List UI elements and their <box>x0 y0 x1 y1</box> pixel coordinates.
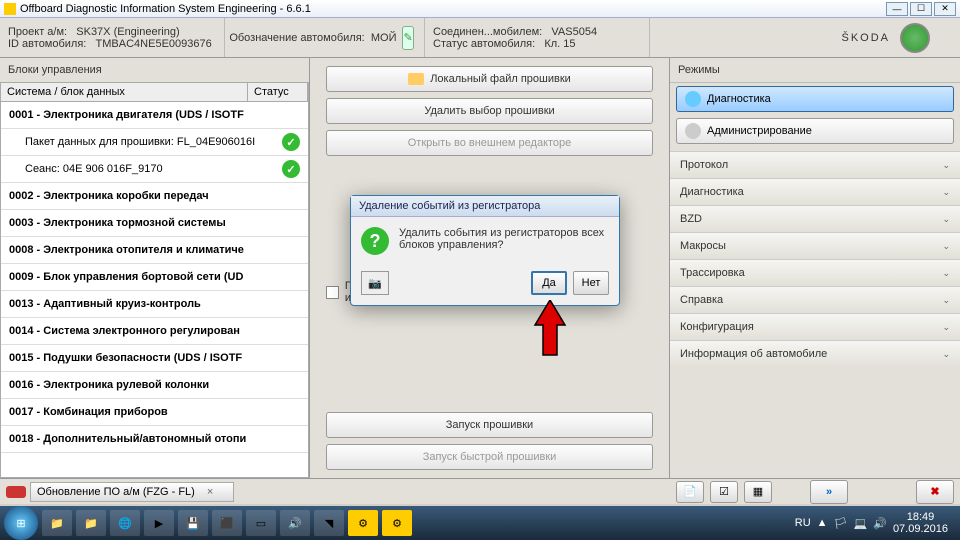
diagnostics-icon <box>685 91 701 107</box>
checkbox-icon <box>326 286 339 299</box>
table-row[interactable]: 0013 - Адаптивный круиз-контроль <box>1 291 308 318</box>
taskbar-item[interactable]: ⚙ <box>382 510 412 536</box>
taskbar-item[interactable]: ▭ <box>246 510 276 536</box>
accordion-help[interactable]: Справка⌄ <box>670 286 960 313</box>
camera-icon: 📷 <box>368 277 382 290</box>
start-button[interactable]: ⊞ <box>4 506 38 540</box>
col-status[interactable]: Статус <box>248 83 308 101</box>
dialog-message: Удалить события из регистраторов всех бл… <box>399 227 609 255</box>
maximize-button[interactable]: ☐ <box>910 2 932 16</box>
chevron-down-icon: ⌄ <box>942 295 950 306</box>
system-tray[interactable]: RU ▲ 🏳 💻 🔊 18:49 07.09.2016 <box>787 511 956 535</box>
window-title: Offboard Diagnostic Information System E… <box>20 3 311 15</box>
tab-close-icon[interactable]: × <box>207 486 213 498</box>
table-body[interactable]: 0001 - Электроника двигателя (UDS / ISOT… <box>0 102 309 478</box>
app-icon <box>4 3 16 15</box>
taskbar-item[interactable]: ⬛ <box>212 510 242 536</box>
taskbar-item[interactable]: 🔊 <box>280 510 310 536</box>
taskbar-item[interactable]: 📁 <box>42 510 72 536</box>
car-icon <box>6 486 26 498</box>
table-row[interactable]: 0016 - Электроника рулевой колонки <box>1 372 308 399</box>
modes-panel: Режимы Диагностика Администрирование Про… <box>670 58 960 478</box>
edit-designation-button[interactable]: ✎ <box>402 26 413 50</box>
taskbar-item[interactable]: ▶ <box>144 510 174 536</box>
info-header: Проект а/м: SK37X (Engineering) ID автом… <box>0 18 960 58</box>
windows-taskbar[interactable]: ⊞ 📁 📁 🌐 ▶ 💾 ⬛ ▭ 🔊 ◥ ⚙ ⚙ RU ▲ 🏳 💻 🔊 18:49… <box>0 506 960 540</box>
windows-icon: ⊞ <box>16 517 25 530</box>
table-row[interactable]: Пакет данных для прошивки: FL_04E906016I… <box>1 129 308 156</box>
chevron-down-icon: ⌄ <box>942 241 950 252</box>
tool-button-1[interactable]: 📄 <box>676 481 704 503</box>
tool-button-2[interactable]: ☑ <box>710 481 738 503</box>
chevron-down-icon: ⌄ <box>942 349 950 360</box>
accordion-trace[interactable]: Трассировка⌄ <box>670 259 960 286</box>
panel-title: Блоки управления <box>0 58 309 82</box>
session-tab[interactable]: Обновление ПО а/м (FZG - FL)× <box>30 482 234 502</box>
panel-title: Режимы <box>670 58 960 83</box>
status-ok-icon: ✓ <box>282 160 300 178</box>
taskbar-item[interactable]: 📁 <box>76 510 106 536</box>
dialog-no-button[interactable]: Нет <box>573 271 609 295</box>
chevron-down-icon: ⌄ <box>942 268 950 279</box>
table-row[interactable]: 0003 - Электроника тормозной системы <box>1 210 308 237</box>
start-fast-flash-button[interactable]: Запуск быстрой прошивки <box>326 444 653 470</box>
screenshot-button[interactable]: 📷 <box>361 271 389 295</box>
close-button[interactable]: ✕ <box>934 2 956 16</box>
chevron-down-icon: ⌄ <box>942 160 950 171</box>
window-titlebar: Offboard Diagnostic Information System E… <box>0 0 960 18</box>
taskbar-item[interactable]: 🌐 <box>110 510 140 536</box>
dialog-title: Удаление событий из регистратора <box>351 196 619 217</box>
taskbar-item[interactable]: ⚙ <box>348 510 378 536</box>
mode-diagnostics[interactable]: Диагностика <box>676 86 954 112</box>
dialog-yes-button[interactable]: Да <box>531 271 567 295</box>
table-row[interactable]: Сеанс: 04E 906 016F_9170✓ <box>1 156 308 183</box>
accordion-config[interactable]: Конфигурация⌄ <box>670 313 960 340</box>
tray-icon[interactable]: ▲ <box>817 517 828 529</box>
volume-icon[interactable]: 🔊 <box>873 517 887 530</box>
table-row[interactable]: 0008 - Электроника отопителя и климатиче <box>1 237 308 264</box>
table-row[interactable]: 0001 - Электроника двигателя (UDS / ISOT… <box>1 102 308 129</box>
brand-logo: ŠKODA <box>811 18 960 57</box>
network-icon[interactable]: 💻 <box>854 517 868 530</box>
mode-admin[interactable]: Администрирование <box>676 118 954 144</box>
flag-icon[interactable]: 🏳 <box>834 517 848 530</box>
pencil-icon: ✎ <box>403 31 412 44</box>
confirm-dialog: Удаление событий из регистратора ? Удали… <box>350 195 620 306</box>
accordion-diagnostics[interactable]: Диагностика⌄ <box>670 178 960 205</box>
chevron-down-icon: ⌄ <box>942 322 950 333</box>
admin-icon <box>685 123 701 139</box>
start-flash-button[interactable]: Запуск прошивки <box>326 412 653 438</box>
accordion-protocol[interactable]: Протокол⌄ <box>670 151 960 178</box>
accordion-macros[interactable]: Макросы⌄ <box>670 232 960 259</box>
cancel-button[interactable]: ✖ <box>916 480 954 504</box>
open-external-button[interactable]: Открыть во внешнем редакторе <box>326 130 653 156</box>
skoda-logo-icon <box>900 23 930 53</box>
taskbar-item[interactable]: ◥ <box>314 510 344 536</box>
accordion-bzd[interactable]: BZD⌄ <box>670 205 960 232</box>
table-row[interactable]: 0009 - Блок управления бортовой сети (UD <box>1 264 308 291</box>
table-row[interactable]: 0002 - Электроника коробки передач <box>1 183 308 210</box>
col-system[interactable]: Система / блок данных <box>1 83 248 101</box>
tool-button-3[interactable]: ▦ <box>744 481 772 503</box>
minimize-button[interactable]: — <box>886 2 908 16</box>
taskbar-item[interactable]: 💾 <box>178 510 208 536</box>
forward-button[interactable]: » <box>810 480 848 504</box>
status-ok-icon: ✓ <box>282 133 300 151</box>
chevron-down-icon: ⌄ <box>942 187 950 198</box>
table-row[interactable]: 0015 - Подушки безопасности (UDS / ISOTF <box>1 345 308 372</box>
table-row[interactable]: 0017 - Комбинация приборов <box>1 399 308 426</box>
status-bar: Обновление ПО а/м (FZG - FL)× 📄 ☑ ▦ » ✖ <box>0 478 960 504</box>
local-firmware-button[interactable]: Локальный файл прошивки <box>326 66 653 92</box>
table-header: Система / блок данных Статус <box>0 82 309 102</box>
chevron-down-icon: ⌄ <box>942 214 950 225</box>
table-row[interactable]: 0014 - Система электронного регулирован <box>1 318 308 345</box>
control-units-panel: Блоки управления Система / блок данных С… <box>0 58 310 478</box>
remove-firmware-button[interactable]: Удалить выбор прошивки <box>326 98 653 124</box>
folder-icon <box>408 73 424 85</box>
question-icon: ? <box>361 227 389 255</box>
accordion-vehicle-info[interactable]: Информация об автомобиле⌄ <box>670 340 960 367</box>
table-row[interactable]: 0018 - Дополнительный/автономный отопи <box>1 426 308 453</box>
